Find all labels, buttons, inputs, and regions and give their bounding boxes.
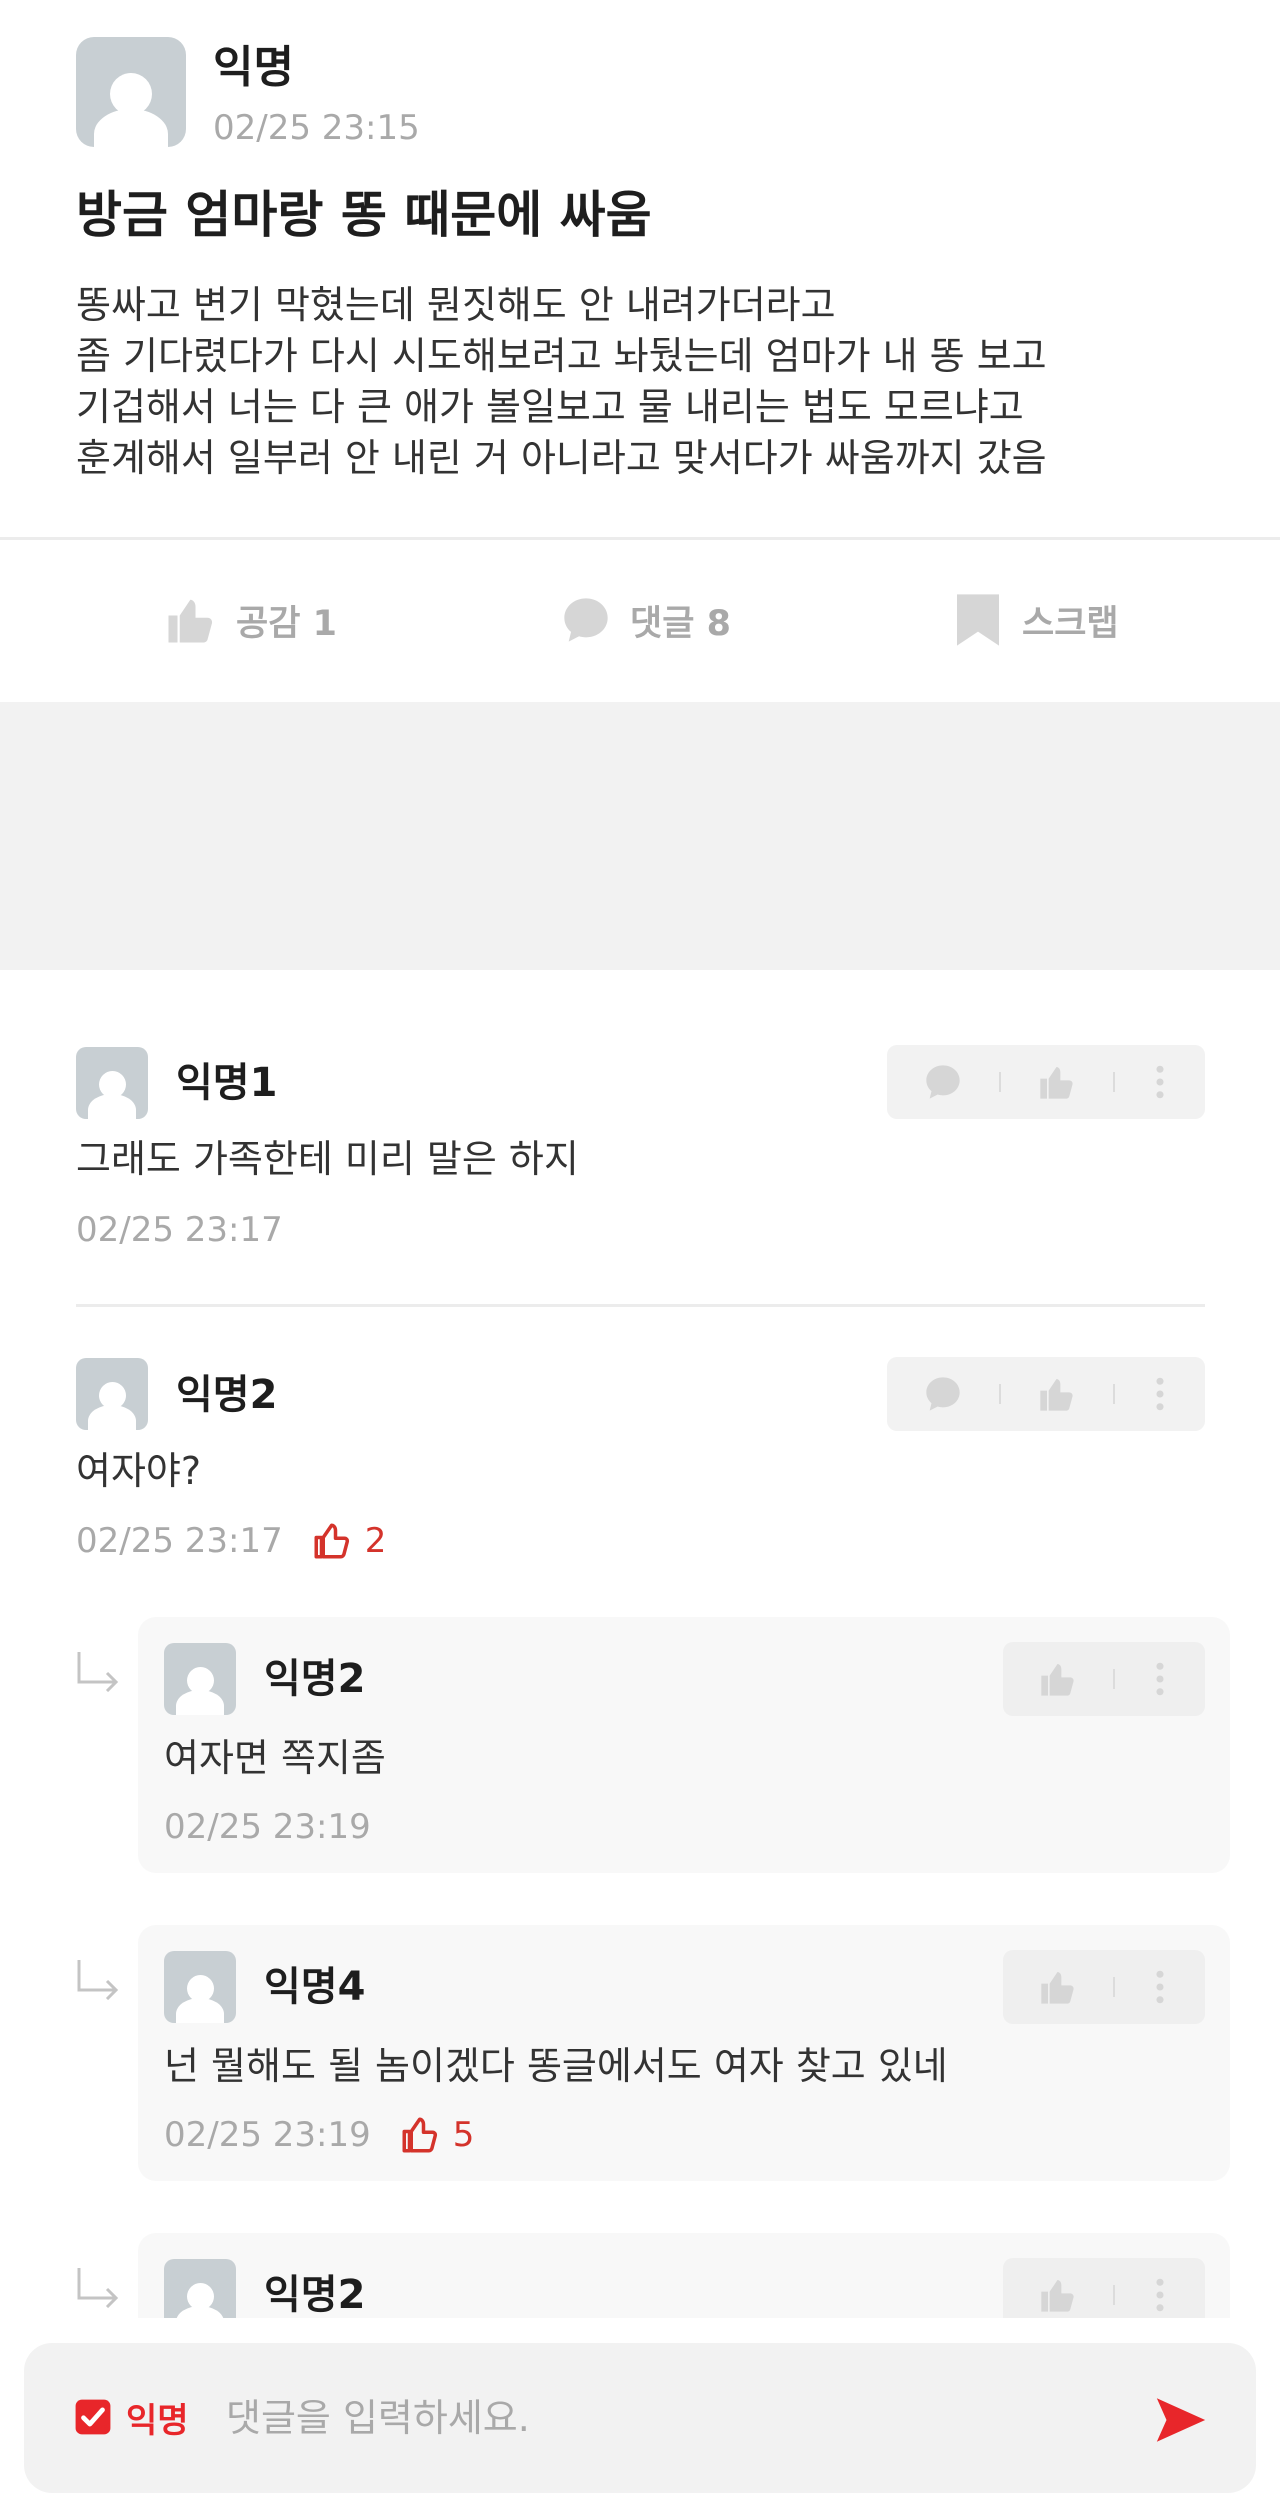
reply-arrow-icon	[77, 1652, 119, 1692]
reply-partial-clip: 익명2	[0, 2230, 1280, 2318]
reply-like-count: 5	[452, 2115, 475, 2155]
reply-actions	[1003, 2258, 1205, 2318]
reply-arrow-icon	[77, 2268, 119, 2308]
like-label: 공감 1	[236, 603, 337, 644]
more-vertical-icon	[1156, 1662, 1164, 1696]
reply-actions	[1003, 1642, 1205, 1716]
comment-author: 익명2	[176, 1372, 278, 1418]
reply-author: 익명4	[264, 1964, 366, 2010]
speech-bubble-icon	[564, 598, 608, 642]
reply-text: 여자면 쪽지좀	[164, 1736, 386, 1780]
more-vertical-icon	[1156, 1970, 1164, 2004]
divider	[76, 1304, 1205, 1307]
comment-time: 02/25 23:17	[76, 1521, 283, 1561]
speech-bubble-icon	[926, 1377, 960, 1411]
reply-meta: 02/25 23:19 5	[164, 2113, 474, 2157]
thumbs-up-icon	[1040, 1067, 1073, 1099]
divider	[0, 537, 1280, 540]
comment-like-count: 2	[364, 1521, 387, 1561]
more-button[interactable]	[1115, 1065, 1205, 1099]
reply-time: 02/25 23:19	[164, 2115, 371, 2155]
scrap-label: 스크랩	[1022, 603, 1119, 644]
scrap-button[interactable]: 스크랩	[954, 590, 1119, 650]
comment-count-label: 댓글 8	[630, 603, 731, 644]
reply-author: 익명2	[264, 2272, 366, 2318]
speech-bubble-icon	[926, 1065, 960, 1099]
bookmark-icon	[957, 594, 999, 646]
post-body-line: 기겁해서 너는 다 큰 애가 볼일보고 물 내리는 법도 모르냐고	[76, 385, 1024, 429]
post-body: 똥싸고 변기 막혔는데 뭔짓해도 안 내려가더라고 좀 기다렸다가 다시 시도해…	[76, 280, 1047, 484]
more-button[interactable]	[1115, 1377, 1205, 1411]
reply-time: 02/25 23:19	[164, 1807, 371, 1847]
comment-input[interactable]	[224, 2390, 1088, 2446]
more-button[interactable]	[1115, 2278, 1205, 2312]
send-icon	[1156, 2398, 1206, 2442]
reply-button[interactable]	[887, 1062, 999, 1102]
comment-like-button[interactable]	[1001, 1061, 1113, 1103]
anonymous-toggle[interactable]: 익명	[74, 2394, 189, 2441]
reply-like-button[interactable]	[1003, 1658, 1113, 1700]
post-title: 방금 엄마랑 똥 때문에 싸움	[76, 186, 652, 244]
comment-meta: 02/25 23:17 2	[76, 1519, 386, 1563]
reply-text: 넌 뭘해도 될 놈이겠다 똥글에서도 여자 찾고 있네	[164, 2044, 948, 2088]
thumbs-up-icon	[168, 599, 213, 643]
more-button[interactable]	[1115, 1970, 1205, 2004]
comment-text: 그래도 가족한테 미리 말은 하지	[76, 1137, 579, 1181]
post-author-avatar	[76, 37, 186, 147]
thumbs-up-icon	[1041, 1664, 1074, 1696]
ad-placeholder	[0, 702, 1280, 970]
reply-button[interactable]	[887, 1374, 999, 1414]
reply-actions	[1003, 1950, 1205, 2024]
post-time: 02/25 23:15	[213, 108, 420, 148]
thumbs-up-icon	[1041, 2280, 1074, 2312]
more-button[interactable]	[1115, 1662, 1205, 1696]
reply-arrow-icon	[77, 1960, 119, 2000]
thumbs-up-icon	[1040, 1379, 1073, 1411]
comment-text: 여자야?	[76, 1449, 202, 1493]
more-vertical-icon	[1156, 2278, 1164, 2312]
post-body-line: 똥싸고 변기 막혔는데 뭔짓해도 안 내려가더라고	[76, 283, 836, 327]
reply-like-button[interactable]	[1003, 1966, 1113, 2008]
comment-actions	[887, 1357, 1205, 1431]
comment-actions	[887, 1045, 1205, 1119]
reply-avatar	[164, 1951, 236, 2023]
more-vertical-icon	[1156, 1377, 1164, 1411]
thumbs-up-outline-icon	[402, 2117, 437, 2153]
reply-like-button[interactable]	[1003, 2274, 1113, 2316]
reply-author: 익명2	[264, 1656, 366, 1702]
post-body-line: 훈계해서 일부러 안 내린 거 아니라고 맞서다가 싸움까지 갔음	[76, 436, 1047, 480]
comment-avatar	[76, 1047, 148, 1119]
comment-like-button[interactable]	[1001, 1373, 1113, 1415]
send-button[interactable]	[1148, 2390, 1214, 2450]
comment-author: 익명1	[176, 1060, 278, 1106]
comment-time: 02/25 23:17	[76, 1210, 283, 1250]
checkbox-checked-icon	[75, 2399, 111, 2435]
reply-avatar	[164, 1643, 236, 1715]
thumbs-up-icon	[1041, 1972, 1074, 2004]
comment-avatar	[76, 1358, 148, 1430]
thumbs-up-outline-icon	[314, 1523, 349, 1559]
comment-count-button[interactable]: 댓글 8	[560, 590, 731, 650]
more-vertical-icon	[1156, 1065, 1164, 1099]
post-body-line: 좀 기다렸다가 다시 시도해보려고 놔뒀는데 엄마가 내 똥 보고	[76, 334, 1047, 378]
anonymous-label: 익명	[126, 2400, 189, 2441]
post-author-name: 익명	[213, 42, 294, 93]
like-button[interactable]: 공감 1	[164, 590, 337, 650]
reply-avatar	[164, 2259, 236, 2318]
